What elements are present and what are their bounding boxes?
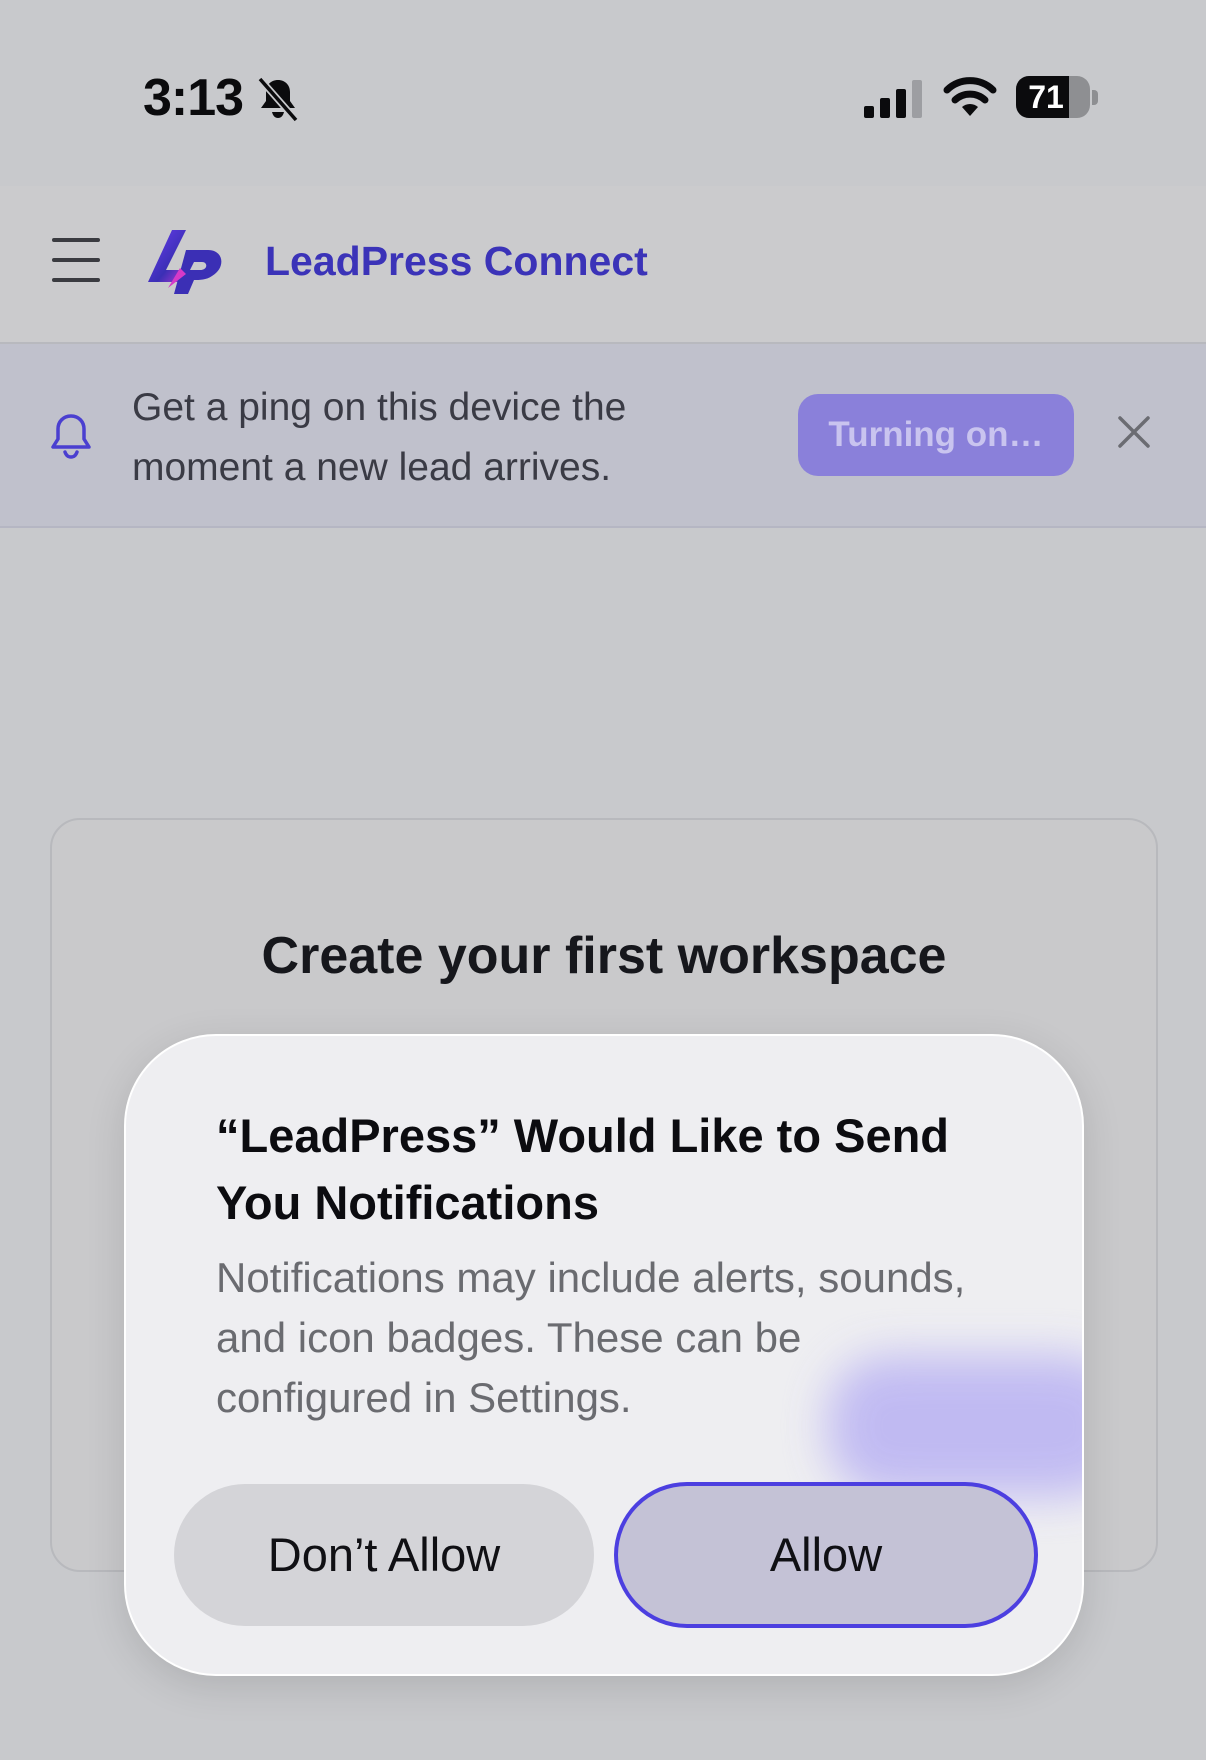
signal-icon [864,80,922,118]
battery-level: 71 [1028,79,1064,115]
turning-on-button[interactable]: Turning on… [798,394,1074,476]
bell-slash-icon [257,76,299,122]
status-bar: 3:13 71 [0,0,1206,186]
notification-banner: Get a ping on this device the moment a n… [0,344,1206,528]
card-title: Create your first workspace [261,927,947,985]
close-icon[interactable] [1116,414,1152,450]
dont-allow-button[interactable]: Don’t Allow [174,1484,594,1626]
alert-message: Notifications may include alerts, sounds… [216,1254,966,1421]
battery-icon: 71 [1016,76,1100,120]
app-title: LeadPress Connect [265,238,648,284]
wifi-icon [943,77,997,116]
app-header: LeadPress Connect [0,186,1206,344]
logo-icon [148,230,222,294]
bell-icon [51,414,91,459]
banner-message: Get a ping on this device the moment a n… [132,386,627,489]
notification-permission-alert: “LeadPress” Would Like to Send You Notif… [124,1034,1084,1676]
menu-icon[interactable] [52,238,102,282]
allow-button[interactable]: Allow [618,1486,1034,1624]
status-time: 3:13 [143,69,244,127]
alert-title: “LeadPress” Would Like to Send You Notif… [216,1109,949,1229]
